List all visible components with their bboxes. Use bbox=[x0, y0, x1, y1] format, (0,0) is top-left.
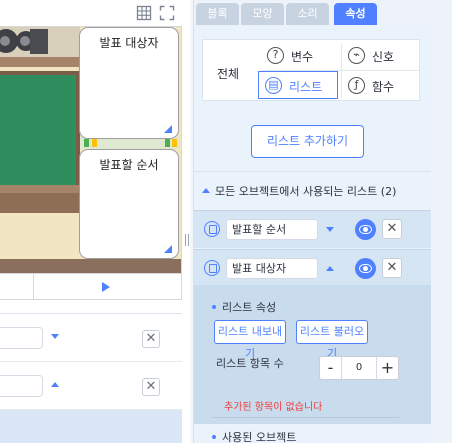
list-card-title: 발표 대상자 bbox=[99, 36, 159, 50]
object-list-panel: ✕ ✕ bbox=[0, 313, 182, 443]
panel-resize-handle[interactable] bbox=[185, 234, 189, 246]
stage-toolbar bbox=[0, 0, 182, 26]
object-row[interactable]: ✕ bbox=[0, 314, 182, 362]
list-count-stepper[interactable]: - 0 + bbox=[319, 356, 399, 380]
chevron-down-icon[interactable] bbox=[326, 227, 334, 232]
list-properties-panel: 리스트 속성 리스트 내보내기 리스트 불러오기 리스트 항목 수 - 0 + … bbox=[194, 285, 431, 443]
export-list-button[interactable]: 리스트 내보내기 bbox=[214, 320, 286, 360]
variable-type-selector: 전체 ? 변수 ⌁ 신호 ▤ 리스트 ƒ 함수 bbox=[202, 39, 420, 101]
list-item[interactable]: 발표할 순서 ✕ bbox=[194, 210, 431, 248]
tab-shapes[interactable]: 모양 bbox=[241, 3, 284, 25]
section-header[interactable]: 모든 오브젝트에서 사용되는 리스트 (2) bbox=[202, 183, 396, 199]
list-count-value[interactable]: 0 bbox=[343, 357, 375, 379]
section-title: 모든 오브젝트에서 사용되는 리스트 (2) bbox=[215, 185, 397, 198]
empty-list-message: 추가된 항목이 없습니다 bbox=[224, 402, 323, 413]
close-icon[interactable]: ✕ bbox=[142, 330, 160, 348]
list-icon: ▤ bbox=[265, 77, 282, 94]
list-icon bbox=[204, 260, 220, 276]
fullscreen-icon[interactable] bbox=[159, 5, 175, 21]
list-properties-title: 리스트 속성 bbox=[212, 299, 276, 315]
list-name-input[interactable]: 발표할 순서 bbox=[226, 219, 318, 240]
type-variable-button[interactable]: ? 변수 bbox=[261, 42, 337, 70]
filter-all-label[interactable]: 전체 bbox=[217, 65, 239, 82]
grid-icon[interactable] bbox=[136, 5, 152, 21]
visibility-eye-icon[interactable] bbox=[355, 219, 376, 240]
divider bbox=[194, 171, 431, 172]
tab-blocks[interactable]: 블록 bbox=[196, 3, 239, 25]
bullet-icon bbox=[212, 435, 216, 439]
function-icon: ƒ bbox=[348, 77, 365, 94]
playbar-divider bbox=[33, 274, 34, 300]
stage-canvas[interactable]: 발표 대상자 발표할 순서 bbox=[0, 26, 182, 274]
attributes-body: 전체 ? 변수 ⌁ 신호 ▤ 리스트 ƒ 함수 리스트 추가하기 모든 오브젝트… bbox=[194, 25, 431, 443]
used-objects-title: 사용된 오브젝트 bbox=[212, 429, 296, 443]
tab-sounds[interactable]: 소리 bbox=[286, 3, 329, 25]
type-label: 함수 bbox=[372, 80, 395, 94]
chevron-up-icon[interactable] bbox=[326, 266, 334, 271]
type-list-button[interactable]: ▤ 리스트 bbox=[258, 71, 338, 99]
type-label: 변수 bbox=[291, 50, 314, 64]
list-icon bbox=[204, 221, 220, 237]
add-list-button[interactable]: 리스트 추가하기 bbox=[251, 125, 364, 158]
object-name-input[interactable] bbox=[0, 375, 43, 397]
stage-area: 발표 대상자 발표할 순서 ✕ ✕ bbox=[0, 0, 190, 443]
increment-button[interactable]: + bbox=[376, 357, 398, 379]
resize-handle-icon[interactable] bbox=[164, 245, 172, 253]
decrement-button[interactable]: - bbox=[320, 357, 342, 379]
list-item[interactable]: 발표 대상자 ✕ bbox=[194, 249, 431, 285]
import-list-button[interactable]: 리스트 불러오기 bbox=[296, 320, 368, 360]
play-icon[interactable] bbox=[102, 282, 110, 292]
list-card-presenters[interactable]: 발표 대상자 bbox=[79, 27, 179, 139]
close-icon[interactable]: ✕ bbox=[142, 378, 160, 396]
delete-list-close-icon[interactable]: ✕ bbox=[382, 258, 402, 278]
object-panel-footer bbox=[0, 410, 182, 443]
delete-list-close-icon[interactable]: ✕ bbox=[382, 219, 402, 239]
divider bbox=[212, 417, 399, 418]
chevron-down-icon[interactable] bbox=[51, 334, 59, 339]
collapse-triangle-icon[interactable] bbox=[202, 188, 210, 193]
chevron-up-icon[interactable] bbox=[51, 382, 59, 387]
object-row[interactable]: ✕ bbox=[0, 362, 182, 410]
type-signal-button[interactable]: ⌁ 신호 bbox=[342, 42, 418, 70]
type-label: 신호 bbox=[372, 50, 395, 64]
list-card-title: 발표할 순서 bbox=[99, 158, 159, 172]
tab-attributes[interactable]: 속성 bbox=[334, 3, 377, 25]
tab-bar: 블록 모양 소리 속성 bbox=[194, 0, 431, 25]
visibility-eye-icon[interactable] bbox=[355, 258, 376, 279]
list-card-order[interactable]: 발표할 순서 bbox=[79, 149, 179, 259]
bullet-icon bbox=[212, 305, 216, 309]
list-properties-content: 리스트 속성 리스트 내보내기 리스트 불러오기 리스트 항목 수 - 0 + … bbox=[194, 285, 399, 443]
block-palette-edge bbox=[431, 0, 452, 443]
list-name-input[interactable]: 발표 대상자 bbox=[226, 258, 318, 279]
properties-panel: 블록 모양 소리 속성 전체 ? 변수 ⌁ 신호 ▤ 리스트 ƒ 함수 리스트 … bbox=[193, 0, 431, 443]
object-name-input[interactable] bbox=[0, 327, 43, 349]
playback-bar bbox=[0, 274, 182, 300]
question-icon: ? bbox=[267, 47, 284, 64]
type-label: 리스트 bbox=[289, 80, 323, 94]
resize-handle-icon[interactable] bbox=[164, 125, 172, 133]
list-count-label: 리스트 항목 수 bbox=[216, 357, 284, 370]
type-function-button[interactable]: ƒ 함수 bbox=[342, 72, 418, 100]
signal-icon: ⌁ bbox=[348, 47, 365, 64]
